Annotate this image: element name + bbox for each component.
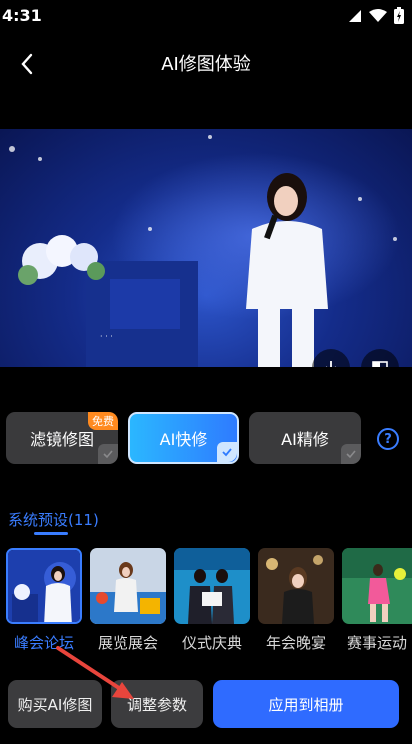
check-icon (98, 444, 118, 464)
preset-thumb-sports[interactable] (342, 548, 412, 624)
free-badge: 免费 (88, 412, 118, 430)
page-title: AI修图体验 (161, 54, 251, 75)
header: AI修图体验 (0, 40, 412, 86)
mode-refine-label: AI精修 (281, 430, 329, 449)
preset-thumb-exhibition[interactable] (90, 548, 166, 624)
wifi-icon (369, 8, 387, 22)
mode-refine-card[interactable]: AI精修 (249, 412, 361, 464)
presets-title-underline (34, 532, 68, 535)
mode-filter-label: 滤镜修图 (29, 430, 94, 449)
preset-label-exhibition: 展览展会 (97, 634, 158, 652)
check-icon (217, 442, 237, 462)
battery-icon (394, 7, 404, 24)
preset-thumb-ceremony[interactable] (174, 548, 250, 624)
download-icon (326, 361, 336, 367)
preset-label-ceremony: 仪式庆典 (181, 634, 242, 652)
preset-label-sports: 赛事运动 (347, 634, 408, 652)
mode-filter-card[interactable]: 滤镜修图 免费 (6, 412, 118, 464)
adjust-params-button[interactable]: 调整参数 (111, 680, 203, 728)
help-icon[interactable]: ? (377, 428, 399, 450)
mode-quickfix-card[interactable]: AI快修 (128, 412, 239, 464)
preset-label-gala: 年会晚宴 (265, 634, 326, 652)
apply-to-album-button[interactable]: 应用到相册 (213, 680, 399, 728)
photo-preview: · · · (0, 129, 412, 367)
buy-ai-retouch-button[interactable]: 购买AI修图 (8, 680, 102, 728)
preset-thumb-summit[interactable] (6, 548, 82, 624)
compare-icon (372, 361, 388, 367)
status-bar: 4:31 (0, 0, 412, 32)
status-time: 4:31 (2, 6, 42, 25)
check-icon (341, 444, 361, 464)
preset-label-summit: 峰会论坛 (13, 634, 74, 652)
preset-thumb-gala[interactable] (258, 548, 334, 624)
signal-icon (349, 9, 361, 22)
mode-quickfix-label: AI快修 (159, 430, 208, 449)
svg-text:· · ·: · · · (100, 332, 113, 341)
presets-title: 系统预设(11) (8, 511, 99, 529)
status-icons (348, 7, 404, 24)
photo-image: · · · (0, 129, 412, 367)
